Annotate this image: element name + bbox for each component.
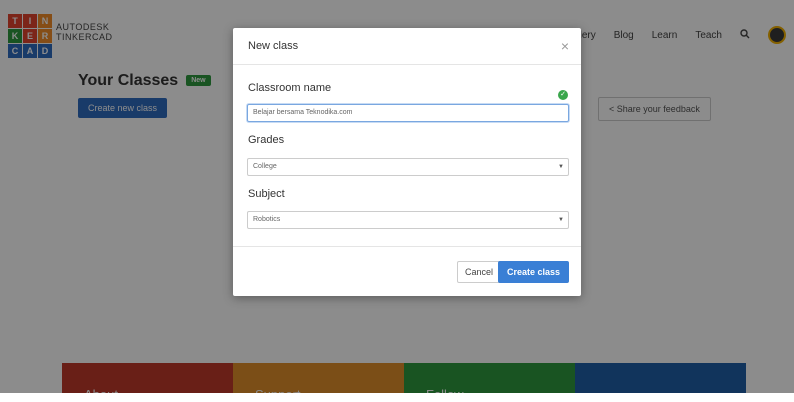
subject-label: Subject (248, 188, 285, 200)
classroom-name-input[interactable]: Belajar bersama Teknodika.com (247, 104, 569, 122)
grades-selected-value: College (253, 163, 277, 170)
subject-selected-value: Robotics (253, 216, 281, 223)
close-icon[interactable]: × (561, 38, 569, 54)
valid-check-icon: ✓ (558, 90, 568, 100)
chevron-down-icon: ▼ (558, 217, 564, 223)
create-class-button[interactable]: Create class (497, 261, 569, 283)
dialog-footer: Cancel Create class (233, 246, 581, 297)
dialog-header: New class × (233, 28, 581, 65)
grades-select[interactable]: College ▼ (247, 158, 569, 176)
dialog-title: New class (248, 40, 299, 52)
subject-select[interactable]: Robotics ▼ (247, 211, 569, 229)
grades-label: Grades (248, 134, 285, 146)
cancel-button[interactable]: Cancel (456, 261, 501, 283)
chevron-down-icon: ▼ (558, 164, 564, 170)
classroom-name-label: Classroom name (248, 82, 332, 94)
new-class-dialog: New class × Classroom name ✓ Belajar ber… (233, 28, 581, 296)
